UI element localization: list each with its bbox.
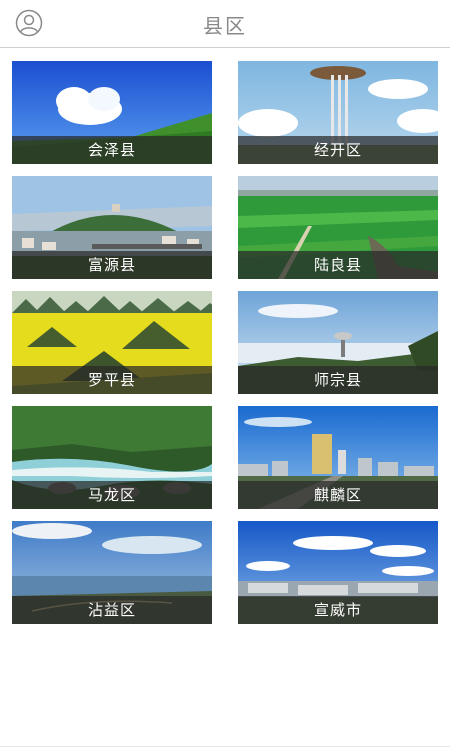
region-name: 马龙区 — [87, 486, 136, 504]
top-bar: 县区 — [0, 0, 450, 48]
region-name: 富源县 — [87, 256, 136, 274]
region-name: 宣威市 — [313, 601, 362, 619]
region-name: 沾益区 — [87, 601, 136, 619]
region-name: 经开区 — [313, 141, 362, 159]
region-name: 会泽县 — [87, 141, 136, 159]
region-card-fuyuan[interactable]: 富源县 — [12, 176, 212, 279]
app-root: 县区 会泽县 经开区 富源县 陆良县 罗平县 师宗县 马龙区 麒麟区 沾益区 宣… — [0, 0, 450, 750]
region-card-zhanyi[interactable]: 沾益区 — [12, 521, 212, 624]
region-card-qilin[interactable]: 麒麟区 — [238, 406, 438, 509]
region-card-xuanwei[interactable]: 宣威市 — [238, 521, 438, 624]
region-card-shizong[interactable]: 师宗县 — [238, 291, 438, 394]
region-card-luoping[interactable]: 罗平县 — [12, 291, 212, 394]
region-name: 陆良县 — [313, 256, 362, 274]
region-name: 麒麟区 — [313, 486, 362, 504]
region-card-jingkai[interactable]: 经开区 — [238, 61, 438, 164]
region-name: 罗平县 — [87, 371, 136, 389]
bottom-divider — [0, 746, 450, 747]
region-name: 师宗县 — [313, 371, 362, 389]
region-card-huize[interactable]: 会泽县 — [12, 61, 212, 164]
region-card-luliang[interactable]: 陆良县 — [238, 176, 438, 279]
page-title: 县区 — [203, 14, 247, 38]
region-card-malong[interactable]: 马龙区 — [12, 406, 212, 509]
